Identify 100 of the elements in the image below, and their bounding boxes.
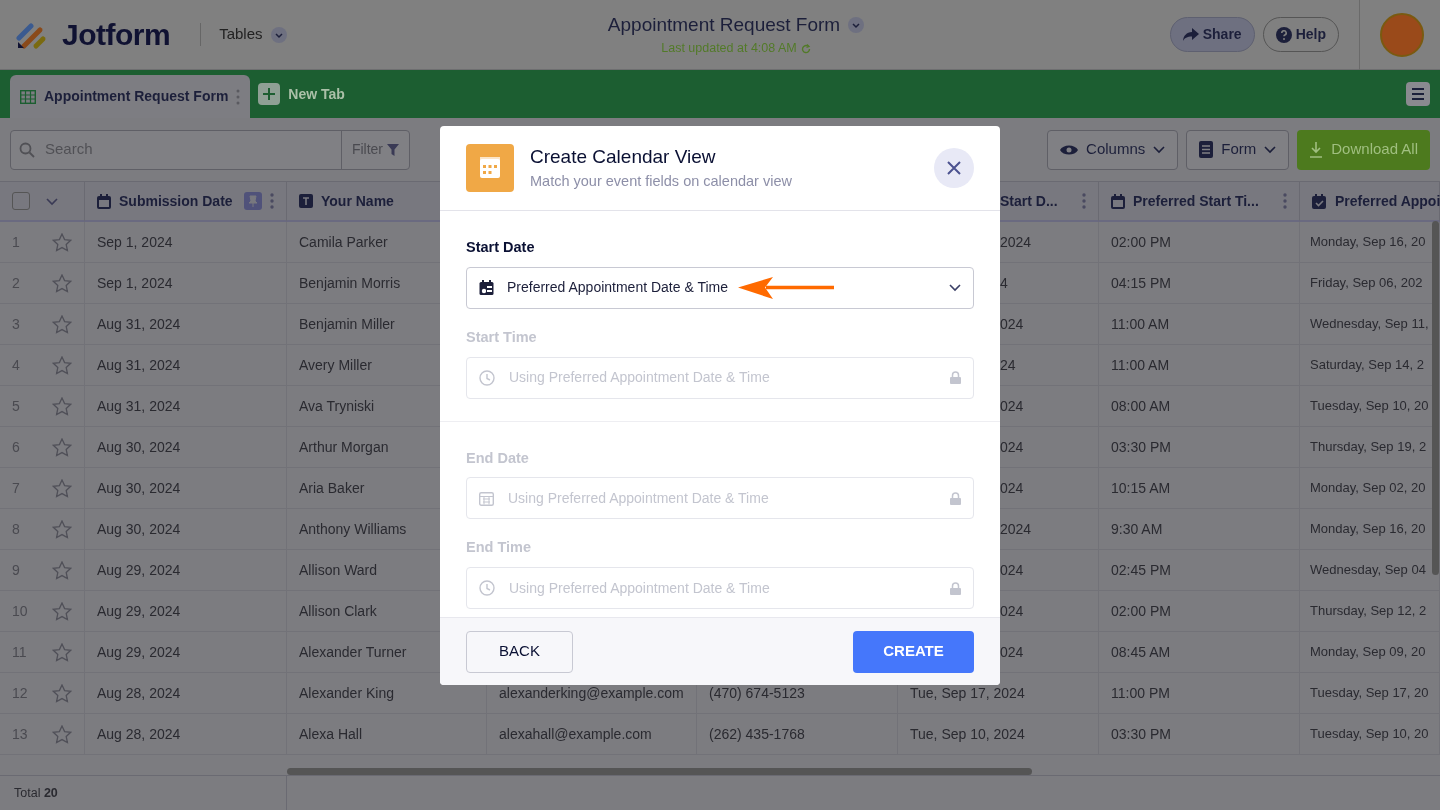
- dialog-title: Create Calendar View: [530, 144, 717, 169]
- table-cell-text: 11:00 AM: [1111, 314, 1170, 334]
- avatar[interactable]: [1380, 12, 1424, 57]
- star-icon[interactable]: [52, 355, 72, 375]
- table-cell-text: 024: [1000, 560, 1024, 580]
- scrollbar[interactable]: [287, 768, 1032, 775]
- form-title[interactable]: Appointment Request Form: [607, 10, 841, 40]
- table-cell-text: Aug 28, 2024: [97, 724, 181, 744]
- table-cell-text: Aug 29, 2024: [97, 560, 181, 580]
- pin-icon[interactable]: [244, 192, 262, 210]
- table-cell-text: Allison Ward: [299, 560, 378, 580]
- star-icon[interactable]: [52, 560, 72, 580]
- table-cell-text: 024: [1000, 478, 1024, 498]
- share-button[interactable]: Share: [1169, 17, 1255, 52]
- table-cell-text: Camila Parker: [299, 232, 388, 252]
- table-cell-text: Benjamin Miller: [299, 314, 395, 334]
- help-button[interactable]: Help: [1262, 17, 1339, 52]
- star-icon[interactable]: [52, 478, 72, 498]
- table-cell-text: Aug 31, 2024: [97, 314, 181, 334]
- table-cell-text: 10:15 AM: [1111, 478, 1171, 498]
- calendar-icon: [97, 193, 111, 209]
- star-icon[interactable]: [52, 519, 72, 539]
- lock-icon: [950, 491, 961, 505]
- create-button[interactable]: CREATE: [853, 630, 974, 673]
- chevron-down-icon[interactable]: [46, 197, 58, 206]
- form-button[interactable]: Form: [1186, 129, 1290, 170]
- table-cell-text: Tue, Sep 10, 2024: [910, 724, 1025, 744]
- star-icon[interactable]: [52, 396, 72, 416]
- close-button[interactable]: [934, 148, 974, 188]
- star-icon[interactable]: [52, 273, 72, 293]
- table-cell-text: Tuesday, Sep 17, 20: [1310, 684, 1429, 703]
- text-field-icon: [299, 194, 313, 208]
- new-tab-button[interactable]: New Tab: [258, 83, 345, 105]
- table-cell-text: Aug 28, 2024: [97, 683, 181, 703]
- filter-icon: [387, 143, 399, 156]
- table-cell-text: Aug 29, 2024: [97, 601, 181, 621]
- select-all-checkbox[interactable]: [12, 192, 30, 210]
- calendar-check-icon: [479, 279, 495, 296]
- document-icon: [1199, 141, 1214, 158]
- table-cell-text: Anthony Williams: [299, 519, 407, 539]
- star-icon[interactable]: [52, 642, 72, 662]
- more-icon[interactable]: [270, 193, 274, 209]
- table-cell-text: Sep 1, 2024: [97, 273, 173, 293]
- table-cell-text: Friday, Sep 06, 202: [1310, 274, 1423, 293]
- calendar-icon: [466, 144, 514, 192]
- last-updated-text: Last updated at 4:08 AM: [661, 40, 797, 58]
- table-cell-text: 04:15 PM: [1111, 273, 1171, 293]
- table-cell-text: Wednesday, Sep 04: [1310, 561, 1426, 580]
- more-icon[interactable]: [1283, 193, 1287, 209]
- more-icon[interactable]: [1082, 193, 1086, 209]
- back-button[interactable]: BACK: [466, 630, 573, 673]
- table-cell-text: Benjamin Morris: [299, 273, 401, 293]
- calendar-check-icon: [1312, 193, 1327, 209]
- menu-icon[interactable]: [1406, 82, 1430, 106]
- table-cell-text: Aug 31, 2024: [97, 396, 181, 416]
- table-cell-text: Avery Miller: [299, 355, 372, 375]
- table-cell-text: Wednesday, Sep 11,: [1310, 315, 1429, 334]
- table-cell-text: Monday, Sep 16, 20: [1310, 233, 1426, 252]
- table-cell-text: Monday, Sep 02, 20: [1310, 479, 1426, 498]
- table-cell-text: 9:30 AM: [1111, 519, 1163, 539]
- star-icon[interactable]: [52, 437, 72, 457]
- table-cell-text: 024: [1000, 314, 1024, 334]
- chevron-down-icon: [1264, 145, 1277, 154]
- refresh-icon[interactable]: [800, 43, 811, 54]
- star-icon[interactable]: [52, 601, 72, 621]
- more-icon[interactable]: [236, 88, 241, 105]
- chevron-down-icon: [1153, 145, 1166, 154]
- star-icon[interactable]: [52, 683, 72, 703]
- star-icon[interactable]: [52, 232, 72, 252]
- tab[interactable]: Appointment Request Form: [10, 75, 251, 118]
- scrollbar[interactable]: [1432, 221, 1439, 575]
- table-cell-text: Aug 30, 2024: [97, 519, 181, 539]
- table-cell-text: Alexa Hall: [299, 724, 363, 744]
- column-header[interactable]: Start D...: [1000, 190, 1058, 212]
- table-cell-text: Aug 30, 2024: [97, 437, 181, 457]
- dropdown-field[interactable]: Preferred Appointment Date & Time: [466, 266, 974, 309]
- table-cell-text: Saturday, Sep 14, 2: [1310, 356, 1424, 375]
- table-cell-text: Aug 30, 2024: [97, 478, 181, 498]
- table-cell-text: Aug 29, 2024: [97, 642, 181, 662]
- table-icon: [20, 89, 36, 104]
- lock-icon: [950, 371, 961, 384]
- columns-button[interactable]: Columns: [1047, 129, 1179, 170]
- table-cell-text: 08:00 AM: [1111, 396, 1171, 416]
- field-label: Start Date: [466, 238, 536, 257]
- table-cell-text: Ava Tryniski: [299, 396, 375, 416]
- table-cell-text: alexahall@example.com: [499, 724, 652, 744]
- field-label: Start Time: [466, 327, 538, 347]
- table-cell-text: Arthur Morgan: [299, 437, 389, 457]
- app-menu[interactable]: Tables: [200, 23, 287, 46]
- table-cell-text: Alexander Turner: [299, 642, 407, 662]
- star-icon[interactable]: [52, 314, 72, 334]
- download-icon: [1309, 141, 1324, 158]
- star-icon[interactable]: [52, 724, 72, 744]
- help-icon: [1275, 26, 1292, 43]
- download-all-button[interactable]: Download All: [1297, 129, 1430, 170]
- table-cell-text: Monday, Sep 09, 20: [1310, 643, 1426, 662]
- table-cell-text: Tuesday, Sep 10, 20: [1310, 397, 1429, 416]
- chevron-down-icon[interactable]: [848, 17, 865, 34]
- table-cell-text: 03:30 PM: [1111, 724, 1171, 744]
- logo-text[interactable]: Jotform: [62, 12, 171, 57]
